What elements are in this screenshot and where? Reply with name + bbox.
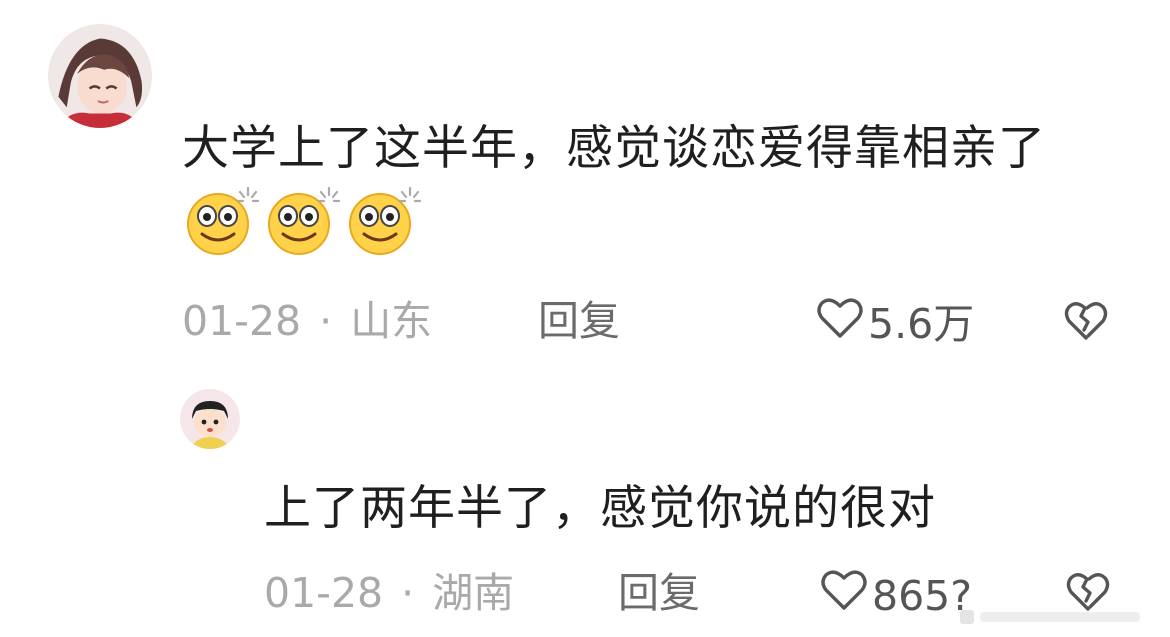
- comment-date: 01-28: [182, 297, 302, 345]
- meta-separator: ·: [401, 569, 415, 617]
- broken-heart-icon: [1064, 300, 1108, 342]
- comment-text: 大学上了这半年，感觉谈恋爱得靠相亲了: [182, 114, 1112, 262]
- reply-location: 湖南: [432, 569, 515, 617]
- dizzy-eyes-emoji-icon: [182, 184, 262, 256]
- heart-outline-icon: [816, 296, 868, 351]
- like-button[interactable]: 5.6万: [816, 296, 974, 351]
- comment-location: 山东: [350, 297, 433, 345]
- like-count: 865?: [872, 571, 973, 620]
- reply-meta: 01-28 · 湖南: [264, 568, 514, 618]
- reply-button[interactable]: 回复: [538, 296, 620, 346]
- watermark: [960, 606, 1150, 628]
- reply-date: 01-28: [264, 569, 384, 617]
- comment-meta: 01-28 · 山东: [182, 296, 432, 346]
- meta-separator: ·: [319, 297, 333, 345]
- reply-button[interactable]: 回复: [618, 568, 700, 618]
- reply-commenter-avatar[interactable]: [180, 389, 240, 449]
- dizzy-eyes-emoji-icon: [263, 184, 343, 256]
- dizzy-eyes-emoji-icon: [344, 184, 424, 256]
- like-count: 5.6万: [868, 299, 975, 348]
- like-button[interactable]: 865?: [820, 568, 972, 623]
- reply-text: 上了两年半了，感觉你说的很对: [264, 481, 936, 536]
- dislike-button[interactable]: [1064, 300, 1108, 342]
- heart-outline-icon: [820, 568, 872, 623]
- commenter-avatar[interactable]: [48, 24, 152, 128]
